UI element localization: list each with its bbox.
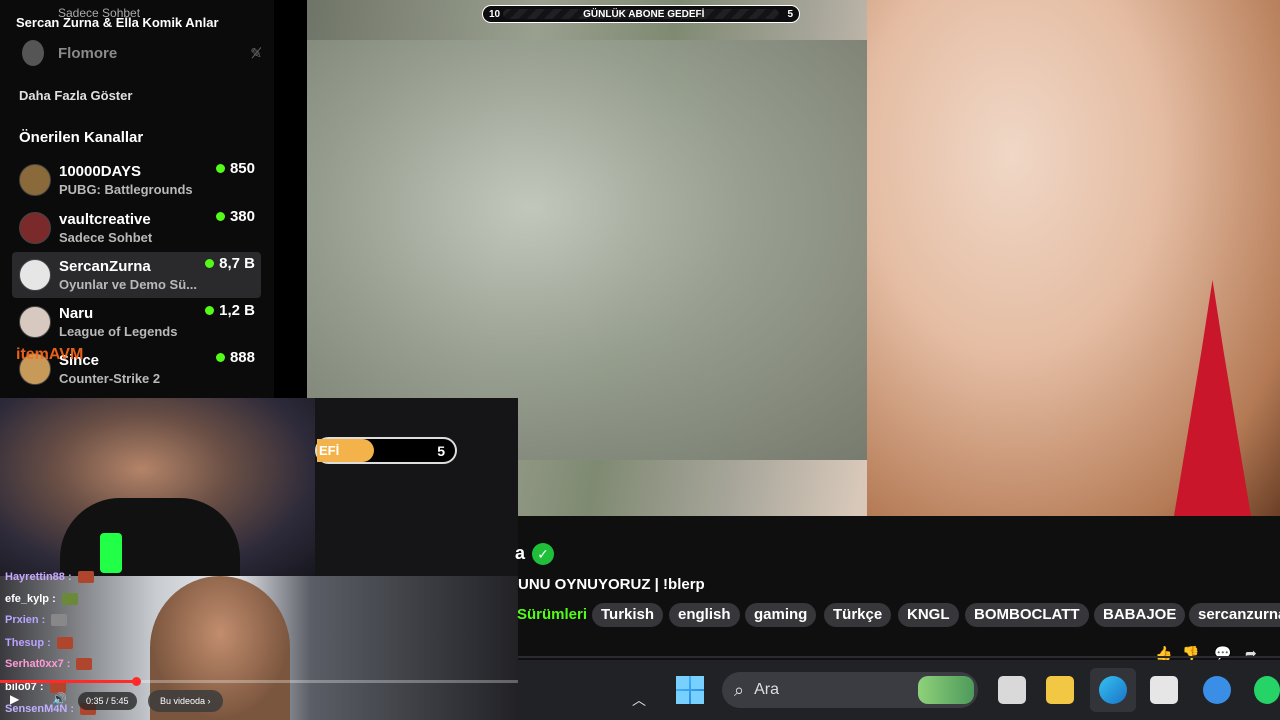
tag-kngl[interactable]: KNGL [898, 603, 959, 627]
in-this-video-button[interactable]: Bu videoda › [148, 690, 223, 712]
sidebar-channel-10000days[interactable]: 10000DAYS PUBG: Battlegrounds 850 [12, 157, 261, 203]
viewer-count: 1,2 B [205, 302, 255, 319]
chat-username: Hayrettin88 : [5, 571, 72, 583]
channel-category: League of Legends [59, 323, 178, 339]
viewer-count: 380 [215, 208, 255, 225]
tag-turkish[interactable]: Turkish [592, 603, 664, 627]
tag-babajoe[interactable]: BABAJOE [1094, 603, 1186, 627]
task-view-icon[interactable] [998, 676, 1026, 704]
video-progress-fill [0, 680, 137, 683]
chat-username: Thesup : [5, 637, 51, 649]
stream-category-link[interactable]: Sürümleri [517, 606, 587, 623]
goal-left-value: 10 [489, 8, 501, 20]
chat-message: Prxien : [5, 614, 68, 626]
video-time: 0:35 / 5:45 [78, 692, 137, 710]
avatar [22, 40, 44, 66]
chat-message: Thesup : [5, 637, 73, 649]
avatar [19, 306, 51, 338]
sidebar-channel-sercanzurna[interactable]: SercanZurna Oyunlar ve Demo Sü... 8,7 B [12, 252, 261, 298]
tag-bomboclatt[interactable]: BOMBOCLATT [965, 603, 1089, 627]
live-dot-icon [215, 353, 225, 362]
store-icon[interactable] [1150, 676, 1178, 704]
chat-message: Serhat0xx7 : [5, 658, 93, 670]
channel-category: Oyunlar ve Demo Sü... [59, 276, 197, 292]
offline-icon: ✎̸ [250, 44, 262, 61]
channel-category: Counter-Strike 2 [59, 370, 161, 386]
sub-goal-fill: EFİ [317, 439, 374, 462]
emote-icon [51, 614, 68, 626]
live-dot-icon [205, 306, 215, 315]
avatar [19, 212, 51, 244]
chat-message: efe_kylp : [5, 593, 78, 605]
viewer-count: 888 [215, 349, 255, 366]
sidebar-channel-naru[interactable]: Naru League of Legends 1,2 B [12, 299, 261, 345]
daily-sub-goal-bar: 10 GÜNLÜK ABONE GEDEFİ 5 [482, 5, 800, 23]
search-icon: ⌕ [734, 679, 745, 700]
goal-label: GÜNLÜK ABONE GEDEFİ [583, 8, 705, 20]
verified-badge-icon: ✓ [532, 543, 554, 565]
avatar [19, 259, 51, 291]
show-more-link[interactable]: Daha Fazla Göster [19, 88, 132, 103]
live-dot-icon [215, 164, 225, 173]
stream-title: UNU OYNUYORUZ | !blerp [518, 576, 705, 593]
tag-sercanzurna[interactable]: sercanzurna [1189, 603, 1280, 627]
chat-username: efe_kylp : [5, 593, 56, 605]
viewer-count: 850 [215, 160, 255, 177]
search-placeholder: Ara [754, 681, 779, 698]
green-lamp [100, 533, 122, 573]
tag-turkce[interactable]: Türkçe [824, 603, 892, 627]
chevron-up-icon[interactable]: ︿ [632, 690, 646, 710]
recommended-channels-title: Önerilen Kanallar [19, 129, 144, 146]
chat-message: Hayrettin88 : [5, 571, 94, 583]
streamer-facecam [0, 398, 315, 576]
avatar [19, 164, 51, 196]
edge-browser-icon[interactable] [1099, 676, 1127, 704]
streamer-name[interactable]: a [515, 543, 525, 564]
sidebar-top-item-title[interactable]: Sercan Zurna & Ella Komik Anlar [16, 15, 219, 30]
viewer-count: 8,7 B [205, 255, 255, 272]
video-progress-handle[interactable] [132, 677, 141, 686]
play-icon[interactable]: ▶ [10, 692, 19, 706]
tag-english[interactable]: english [669, 603, 740, 627]
emote-icon [77, 571, 94, 583]
emote-icon [56, 637, 73, 649]
whatsapp-icon[interactable] [1254, 676, 1280, 704]
search-highlight-image [918, 676, 974, 704]
video-river-background [307, 40, 867, 460]
emote-icon [76, 658, 93, 670]
sub-goal-right-value: 5 [437, 442, 445, 459]
live-dot-icon [215, 212, 225, 221]
chat-username: Prxien : [5, 614, 46, 626]
emote-icon [61, 593, 78, 605]
sub-goal-bar: EFİ 5 [315, 437, 457, 464]
overlay-brand-logo: itemAVM [16, 346, 84, 363]
windows-start-icon[interactable] [676, 676, 704, 704]
goal-right-value: 5 [787, 8, 793, 20]
channel-category: Sadece Sohbet [59, 229, 153, 245]
sidebar-item-flomore[interactable]: Flomore ✎̸ [22, 40, 262, 66]
channel-category: PUBG: Battlegrounds [59, 181, 193, 197]
volume-icon[interactable]: 🔊 [52, 692, 67, 706]
chat-username: Serhat0xx7 : [5, 658, 71, 670]
app-icon[interactable] [1203, 676, 1231, 704]
tag-gaming[interactable]: gaming [745, 603, 817, 627]
live-dot-icon [205, 259, 215, 268]
file-explorer-icon[interactable] [1046, 676, 1074, 704]
sidebar-channel-vaultcreative[interactable]: vaultcreative Sadece Sohbet 380 [12, 205, 261, 251]
channel-name: Flomore [58, 44, 118, 62]
